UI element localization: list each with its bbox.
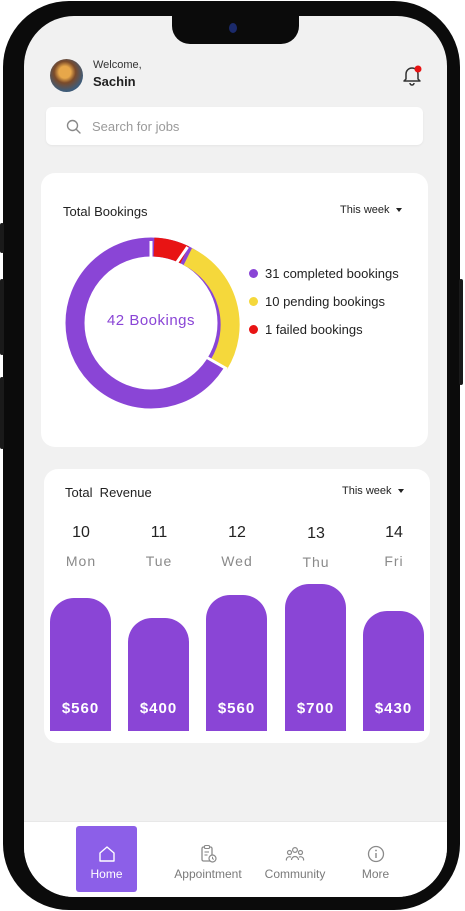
people-icon xyxy=(285,846,305,861)
camera-icon xyxy=(229,23,237,33)
nav-home[interactable]: Home xyxy=(76,826,137,892)
revenue-amount: $560 xyxy=(217,700,256,717)
legend-dot xyxy=(249,296,258,306)
legend-label: 31 completed bookings xyxy=(265,265,399,281)
revenue-period-dropdown[interactable]: This week xyxy=(342,485,404,497)
day-number: 14 xyxy=(385,524,403,541)
revenue-period-label: This week xyxy=(342,485,392,497)
revenue-amount: $560 xyxy=(61,700,100,717)
bookings-legend: 31 completed bookings 10 pending booking… xyxy=(249,259,399,343)
search-input[interactable] xyxy=(92,107,412,145)
volume-down-button xyxy=(0,377,4,449)
avatar[interactable] xyxy=(50,59,83,92)
revenue-bar-wed[interactable]: $560 xyxy=(206,595,267,731)
nav-more[interactable]: More xyxy=(347,826,404,892)
nav-community[interactable]: Community xyxy=(258,826,332,892)
search-bar[interactable] xyxy=(46,107,423,145)
power-button xyxy=(459,279,463,385)
nav-label: Home xyxy=(90,867,123,881)
revenue-amount: $430 xyxy=(374,700,413,717)
legend-dot xyxy=(249,324,258,334)
bookings-title: Total Bookings xyxy=(63,204,148,219)
bookings-period-label: This week xyxy=(340,204,390,216)
notification-bell-icon[interactable] xyxy=(401,64,423,86)
revenue-amount: $400 xyxy=(139,700,178,717)
legend-label: 10 pending bookings xyxy=(265,293,385,309)
day-name: Thu xyxy=(302,554,330,570)
nav-appointment[interactable]: Appointment xyxy=(168,826,248,892)
day-name: Fri xyxy=(384,553,404,569)
revenue-bar-fri[interactable]: $430 xyxy=(363,611,424,731)
volume-up-button xyxy=(0,279,4,355)
day-number: 13 xyxy=(307,525,325,542)
legend-item-completed: 31 completed bookings xyxy=(249,259,399,287)
user-name: Sachin xyxy=(93,74,136,89)
day-number: 12 xyxy=(228,524,246,541)
chevron-down-icon xyxy=(397,489,404,493)
mute-switch xyxy=(0,223,4,253)
revenue-amount: $700 xyxy=(296,700,335,717)
legend-item-pending: 10 pending bookings xyxy=(249,287,399,315)
day-number: 10 xyxy=(72,524,90,541)
revenue-title: Total Revenue xyxy=(65,485,152,500)
day-name: Tue xyxy=(145,553,173,569)
bottom-navigation: Home Appointment Community More xyxy=(24,821,447,897)
bookings-total-label: 42 Bookings xyxy=(106,312,196,329)
chevron-down-icon xyxy=(395,208,402,212)
app-screen: Welcome, Sachin Total Bookings This week xyxy=(24,16,447,897)
pending-segment xyxy=(183,248,240,370)
revenue-bar-mon[interactable]: $560 xyxy=(50,598,111,731)
revenue-bar-thu[interactable]: $700 xyxy=(285,584,346,731)
total-bookings-card: Total Bookings This week 42 Bookings 31 … xyxy=(41,173,428,447)
welcome-text: Welcome, xyxy=(93,59,142,71)
nav-label: Community xyxy=(264,867,326,881)
clipboard-clock-icon xyxy=(201,844,217,863)
revenue-bar-tue[interactable]: $400 xyxy=(128,618,189,731)
nav-label: More xyxy=(361,867,390,881)
notch xyxy=(172,16,299,44)
legend-label: 1 failed bookings xyxy=(265,321,363,337)
home-icon xyxy=(98,846,115,862)
nav-label: Appointment xyxy=(174,867,242,881)
legend-dot xyxy=(249,268,258,278)
phone-frame: Welcome, Sachin Total Bookings This week xyxy=(0,1,463,910)
day-name: Mon xyxy=(65,553,97,569)
total-revenue-card: Total Revenue This week 10 Mon $560 11 T… xyxy=(44,469,430,743)
bookings-period-dropdown[interactable]: This week xyxy=(340,204,402,216)
failed-segment xyxy=(153,237,189,264)
legend-item-failed: 1 failed bookings xyxy=(249,315,399,343)
day-number: 11 xyxy=(150,524,168,541)
day-name: Wed xyxy=(221,553,253,569)
info-icon xyxy=(367,845,384,863)
search-icon xyxy=(66,119,81,134)
